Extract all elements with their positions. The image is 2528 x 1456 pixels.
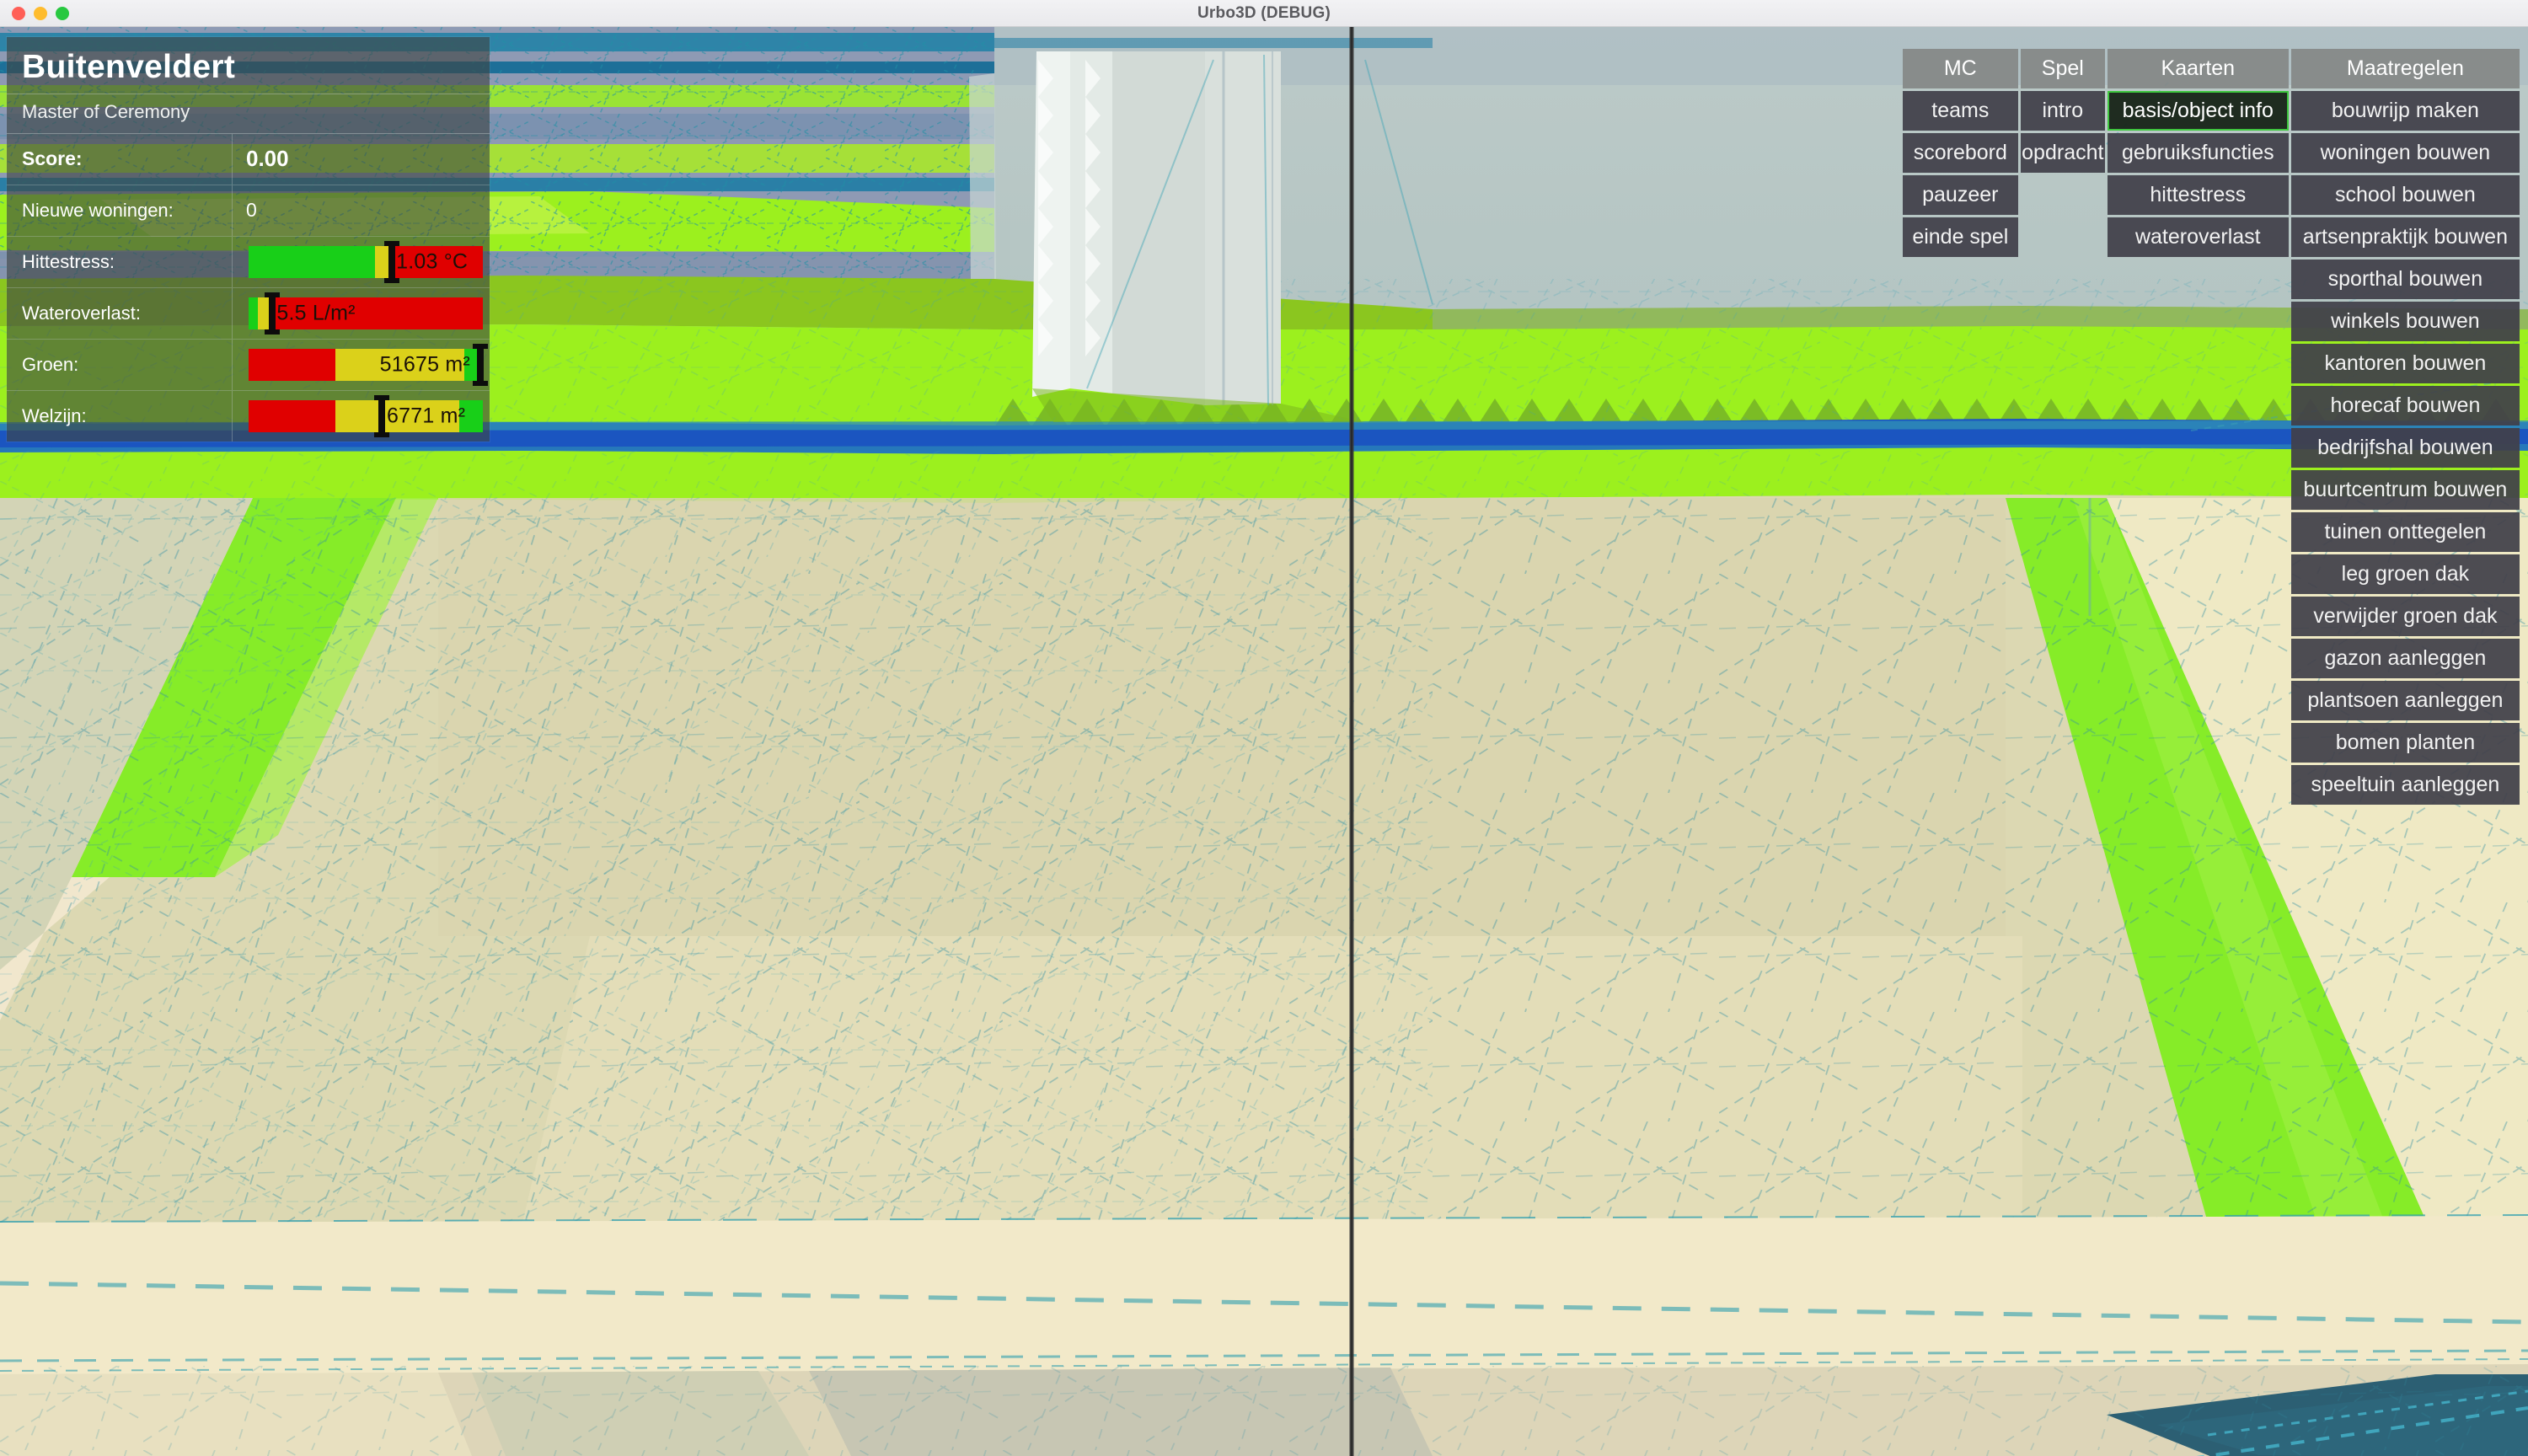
gauge-segment bbox=[249, 245, 376, 278]
stat-row-groen: Groen: 51675 m² bbox=[7, 339, 490, 391]
gauge-value-label: 1.03 °C bbox=[396, 249, 469, 274]
gauge-segment bbox=[249, 399, 335, 432]
menu-item-artsenpraktijk-bouwen[interactable]: artsenpraktijk bouwen bbox=[2290, 217, 2520, 257]
maximize-button[interactable] bbox=[56, 6, 69, 20]
menu-item-teams[interactable]: teams bbox=[1902, 91, 2018, 131]
menu-item-tuinen-onttegelen[interactable]: tuinen onttegelen bbox=[2290, 512, 2520, 552]
stat-value-wateroverlast: 5.5 L/m² bbox=[233, 292, 490, 335]
stat-label-welzijn: Welzijn: bbox=[7, 390, 233, 442]
menu-item-bouwrijp-maken[interactable]: bouwrijp maken bbox=[2290, 91, 2520, 131]
stat-label-hittestress: Hittestress: bbox=[7, 236, 233, 287]
gauge-target-marker bbox=[264, 292, 280, 335]
menu-item-basis-object-info[interactable]: basis/object info bbox=[2107, 91, 2289, 131]
menu-item-winkels-bouwen[interactable]: winkels bouwen bbox=[2290, 302, 2520, 341]
window-controls bbox=[12, 0, 69, 26]
stat-value-groen: 51675 m² bbox=[233, 343, 490, 386]
menu-item-school-bouwen[interactable]: school bouwen bbox=[2290, 175, 2520, 215]
stat-value-welzijn: 6771 m² bbox=[233, 394, 490, 437]
stat-label-groen: Groen: bbox=[7, 339, 233, 390]
panel-district-title: Buitenveldert bbox=[22, 49, 236, 85]
district-info-panel: Buitenveldert Master of Ceremony Score: … bbox=[7, 37, 490, 442]
gauge-value-label: 6771 m² bbox=[387, 404, 466, 428]
menu-item-plantsoen-aanleggen[interactable]: plantsoen aanleggen bbox=[2290, 681, 2520, 720]
menu-item-woningen-bouwen[interactable]: woningen bouwen bbox=[2290, 133, 2520, 173]
gauge-value-label: 5.5 L/m² bbox=[276, 301, 356, 325]
menu-item-gebruiksfuncties[interactable]: gebruiksfuncties bbox=[2107, 133, 2289, 173]
stat-value-score: 0.00 bbox=[246, 146, 289, 172]
gauge-target-marker bbox=[374, 394, 390, 437]
stat-row-hittestress: Hittestress: 1.03 °C bbox=[7, 236, 490, 288]
menu-item-wateroverlast[interactable]: wateroverlast bbox=[2107, 217, 2289, 257]
menu-header-maatregelen: Maatregelen bbox=[2290, 49, 2520, 88]
menu-item-gazon-aanleggen[interactable]: gazon aanleggen bbox=[2290, 639, 2520, 678]
stat-row-nieuwe-woningen: Nieuwe woningen: 0 bbox=[7, 185, 490, 237]
gauge-groen: 51675 m² bbox=[249, 343, 489, 386]
window-title: Urbo3D (DEBUG) bbox=[1197, 3, 1331, 22]
command-menu: MC teams scorebord pauzeer einde spel Spel int… bbox=[1902, 49, 2520, 805]
gauge-segment bbox=[249, 348, 335, 381]
menu-item-scorebord[interactable]: scorebord bbox=[1902, 133, 2018, 173]
close-button[interactable] bbox=[12, 6, 25, 20]
menu-item-intro[interactable]: intro bbox=[2020, 91, 2105, 131]
menu-item-horecaf-bouwen[interactable]: horecaf bouwen bbox=[2290, 386, 2520, 426]
menu-item-sporthal-bouwen[interactable]: sporthal bouwen bbox=[2290, 260, 2520, 299]
menu-item-opdracht[interactable]: opdracht bbox=[2020, 133, 2105, 173]
stat-value-hittestress: 1.03 °C bbox=[233, 240, 490, 283]
gauge-target-marker bbox=[473, 343, 489, 386]
menu-header-mc: MC bbox=[1902, 49, 2018, 88]
stat-row-welzijn: Welzijn: 6771 m² bbox=[7, 390, 490, 442]
gauge-hittestress: 1.03 °C bbox=[249, 240, 483, 283]
gauge-value-label: 51675 m² bbox=[379, 352, 470, 377]
menu-header-spel: Spel bbox=[2020, 49, 2105, 88]
menu-item-bomen-planten[interactable]: bomen planten bbox=[2290, 723, 2520, 763]
menu-column-spel: Spel intro opdracht bbox=[2020, 49, 2105, 173]
menu-column-maatregelen: Maatregelen bouwrijp maken woningen bouwen… bbox=[2290, 49, 2520, 805]
menu-item-einde-spel[interactable]: einde spel bbox=[1902, 217, 2018, 257]
menu-item-kantoren-bouwen[interactable]: kantoren bouwen bbox=[2290, 344, 2520, 383]
menu-column-mc: MC teams scorebord pauzeer einde spel bbox=[1902, 49, 2018, 257]
stat-row-score: Score: 0.00 bbox=[7, 133, 490, 185]
stat-label-wateroverlast: Wateroverlast: bbox=[7, 287, 233, 339]
panel-stat-rows: Score: 0.00 Nieuwe woningen: 0 Hittestre… bbox=[7, 132, 490, 442]
menu-item-leg-groen-dak[interactable]: leg groen dak bbox=[2290, 554, 2520, 594]
menu-item-bedrijfshal-bouwen[interactable]: bedrijfshal bouwen bbox=[2290, 428, 2520, 468]
gauge-welzijn: 6771 m² bbox=[249, 394, 483, 437]
stat-row-wateroverlast: Wateroverlast: 5.5 L/m² bbox=[7, 287, 490, 340]
menu-header-kaarten: Kaarten bbox=[2107, 49, 2289, 88]
menu-item-pauzeer[interactable]: pauzeer bbox=[1902, 175, 2018, 215]
menu-item-verwijder-groen-dak[interactable]: verwijder groen dak bbox=[2290, 597, 2520, 636]
minimize-button[interactable] bbox=[34, 6, 47, 20]
window-titlebar: Urbo3D (DEBUG) bbox=[0, 0, 2528, 27]
application-window: Urbo3D (DEBUG) Buitenveldert Master of C… bbox=[0, 0, 2528, 1456]
gauge-target-marker bbox=[383, 240, 399, 283]
menu-item-buurtcentrum-bouwen[interactable]: buurtcentrum bouwen bbox=[2290, 470, 2520, 510]
gauge-wateroverlast: 5.5 L/m² bbox=[249, 292, 483, 335]
menu-item-speeltuin-aanleggen[interactable]: speeltuin aanleggen bbox=[2290, 765, 2520, 805]
menu-column-kaarten: Kaarten basis/object info gebruiksfuncties… bbox=[2107, 49, 2289, 257]
panel-role-label: Master of Ceremony bbox=[7, 93, 490, 133]
gauge-segment bbox=[249, 297, 259, 329]
stat-label-nieuwe-woningen: Nieuwe woningen: bbox=[7, 185, 233, 236]
menu-item-hittestress[interactable]: hittestress bbox=[2107, 175, 2289, 215]
stat-label-score: Score: bbox=[7, 133, 233, 185]
stat-value-nieuwe-woningen: 0 bbox=[246, 199, 257, 222]
